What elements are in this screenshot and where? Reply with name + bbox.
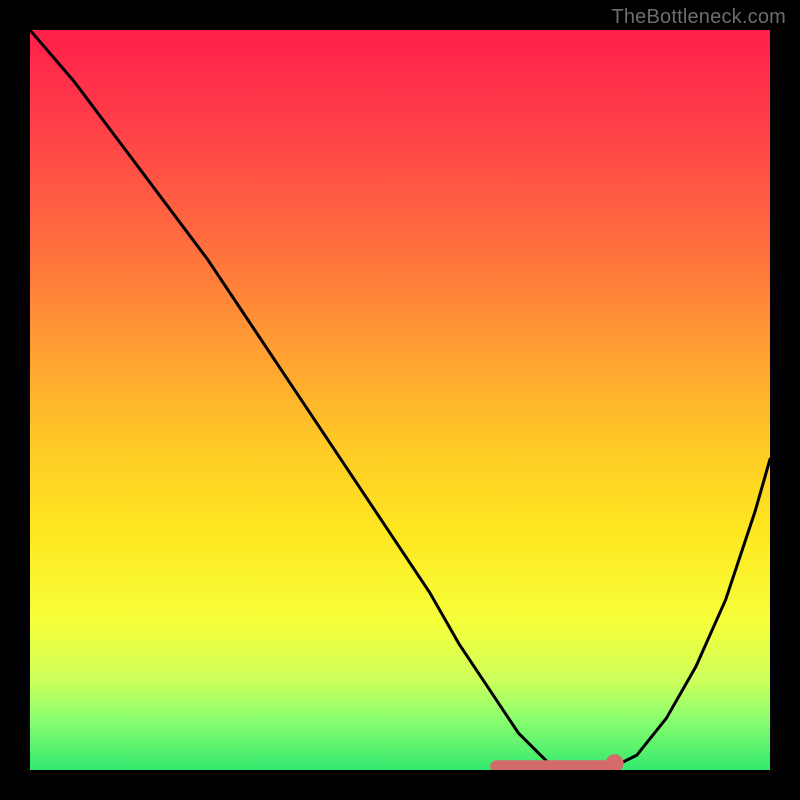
- trough-highlight: [30, 30, 770, 770]
- chart-stage: TheBottleneck.com: [0, 0, 800, 800]
- plot-area: [30, 30, 770, 770]
- attribution-text: TheBottleneck.com: [611, 6, 786, 29]
- trough-end-dot: [606, 754, 624, 770]
